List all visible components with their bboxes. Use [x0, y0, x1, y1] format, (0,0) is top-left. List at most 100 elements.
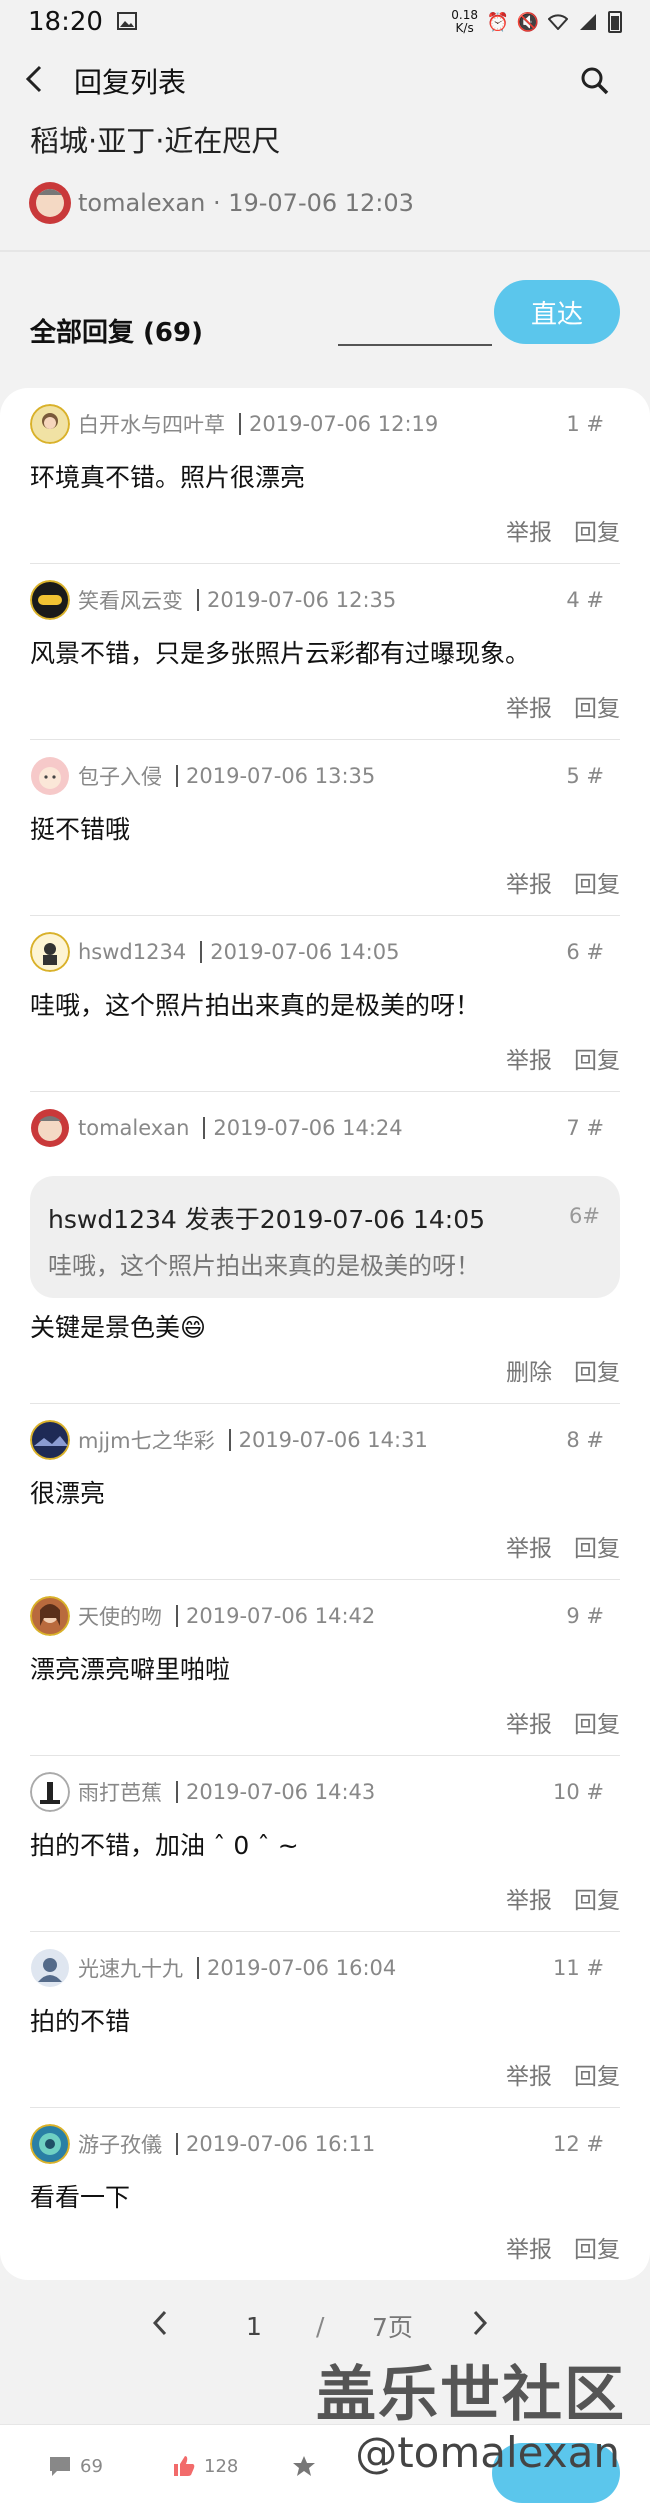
current-page[interactable]: 1 [246, 2312, 262, 2341]
reply-username[interactable]: mjjm七之华彩 [78, 1425, 215, 1455]
replies-count-label: 全部回复 (69) [30, 318, 203, 348]
reply-time: 2019-07-06 12:35 [207, 588, 397, 612]
reply-button[interactable]: 回复 [574, 1353, 620, 1387]
reply-meta: 光速九十九 2019-07-06 16:04 [30, 1948, 396, 1988]
reply-button[interactable]: 回复 [574, 513, 620, 547]
quoted-reply[interactable]: hswd1234 发表于2019-07-06 14:05 6# 哇哦，这个照片拍… [30, 1176, 620, 1298]
meta-divider [228, 1429, 231, 1451]
avatar[interactable] [30, 404, 70, 444]
topic-title: 稻城·亚丁·近在咫尺 [30, 124, 281, 158]
comments-count: 69 [80, 2455, 103, 2477]
reply-time: 2019-07-06 13:35 [186, 764, 376, 788]
meta-divider [176, 1781, 178, 1803]
reply-content: 拍的不错 [30, 2007, 131, 2036]
avatar[interactable] [30, 1108, 70, 1148]
report-button[interactable]: 举报 [506, 1529, 552, 1563]
alarm-icon: ⏰ [486, 11, 510, 33]
reply-content: 看看一下 [30, 2183, 131, 2212]
avatar[interactable] [30, 756, 70, 796]
reply-time: 2019-07-06 16:04 [207, 1956, 397, 1980]
reply-button[interactable]: 回复 [574, 1529, 620, 1563]
reply-time: 2019-07-06 14:43 [186, 1780, 376, 1804]
reply-floor: 9 # [566, 1604, 604, 1628]
reply-floor: 12 # [553, 2132, 604, 2156]
reply-username[interactable]: 雨打芭蕉 [78, 1777, 162, 1807]
reply-content: 漂亮漂亮噼里啪啦 [30, 1655, 231, 1684]
topic-author[interactable]: tomalexan [78, 189, 205, 217]
reply-username[interactable]: 游子孜儀 [78, 2129, 162, 2159]
like-action[interactable]: 128 [172, 2455, 238, 2477]
reply-username[interactable]: 光速九十九 [78, 1953, 183, 1983]
watermark-handle: @tomalexan [355, 2428, 620, 2477]
reply-button[interactable]: 回复 [574, 865, 620, 899]
reply-username[interactable]: 笑看风云变 [78, 585, 183, 615]
comments-action[interactable]: 69 [48, 2455, 103, 2477]
avatar[interactable] [28, 181, 72, 225]
avatar[interactable] [30, 1772, 70, 1812]
battery-icon [608, 11, 622, 33]
favorite-action[interactable] [292, 2455, 316, 2477]
reply-username[interactable]: 包子入侵 [78, 761, 162, 791]
reply-meta: 天使的吻 2019-07-06 14:42 [30, 1596, 375, 1636]
avatar[interactable] [30, 1596, 70, 1636]
author-separator: · [205, 189, 229, 217]
back-icon[interactable] [24, 64, 44, 98]
reply-meta: 白开水与四叶草 2019-07-06 12:19 [30, 404, 438, 444]
reply-floor: 7 # [566, 1116, 604, 1140]
prev-page-icon[interactable] [150, 2308, 170, 2344]
reply-actions: 举报 回复 [506, 689, 620, 723]
reply-meta: 雨打芭蕉 2019-07-06 14:43 [30, 1772, 375, 1812]
report-button[interactable]: 举报 [506, 2057, 552, 2091]
reply-username[interactable]: 天使的吻 [78, 1601, 162, 1631]
quote-text: 哇哦，这个照片拍出来真的是极美的呀！ [48, 1252, 480, 1280]
reply-content: 挺不错哦 [30, 815, 131, 844]
jump-button[interactable]: 直达 [494, 280, 620, 344]
reply-item: tomalexan 2019-07-06 14:24 7 # hswd1234 … [30, 1092, 620, 1404]
reply-meta: 包子入侵 2019-07-06 13:35 [30, 756, 375, 796]
reply-username[interactable]: tomalexan [78, 1116, 189, 1140]
search-icon[interactable] [580, 66, 610, 96]
avatar[interactable] [30, 2124, 70, 2164]
reply-content: 很漂亮 [30, 1479, 106, 1508]
next-page-icon[interactable] [470, 2308, 490, 2344]
reply-username[interactable]: hswd1234 [78, 940, 186, 964]
quote-floor: 6# [569, 1204, 600, 1228]
report-button[interactable]: 举报 [506, 689, 552, 723]
reply-time: 2019-07-06 16:11 [186, 2132, 376, 2156]
report-button[interactable]: 举报 [506, 1041, 552, 1075]
reply-actions: 删除 回复 [506, 1353, 620, 1387]
reply-content: 哇哦，这个照片拍出来真的是极美的呀！ [30, 991, 481, 1020]
avatar[interactable] [30, 580, 70, 620]
meta-divider [200, 941, 203, 963]
reply-item: 天使的吻 2019-07-06 14:42 9 # 漂亮漂亮噼里啪啦 举报 回复 [30, 1580, 620, 1756]
reply-list: 白开水与四叶草 2019-07-06 12:19 1 # 环境真不错。照片很漂亮… [0, 388, 650, 2280]
report-button[interactable]: 举报 [506, 1881, 552, 1915]
jump-page-input[interactable] [338, 296, 492, 346]
avatar[interactable] [30, 932, 70, 972]
reply-time: 2019-07-06 14:05 [210, 940, 400, 964]
reply-floor: 4 # [566, 588, 604, 612]
reply-actions: 举报 回复 [506, 1529, 620, 1563]
delete-button[interactable]: 删除 [506, 1353, 552, 1387]
reply-button[interactable]: 回复 [574, 1705, 620, 1739]
reply-button[interactable]: 回复 [574, 689, 620, 723]
reply-time: 2019-07-06 14:24 [213, 1116, 403, 1140]
reply-floor: 11 # [553, 1956, 604, 1980]
reply-item: 雨打芭蕉 2019-07-06 14:43 10 # 拍的不错，加油 ˆ 0 ˆ… [30, 1756, 620, 1932]
reply-meta: 游子孜儀 2019-07-06 16:11 [30, 2124, 375, 2164]
reply-button[interactable]: 回复 [574, 2057, 620, 2091]
report-button[interactable]: 举报 [506, 1705, 552, 1739]
reply-button[interactable]: 回复 [574, 2230, 620, 2264]
total-pages: 7页 [372, 2313, 413, 2342]
reply-username[interactable]: 白开水与四叶草 [78, 409, 225, 439]
report-button[interactable]: 举报 [506, 513, 552, 547]
reply-button[interactable]: 回复 [574, 1881, 620, 1915]
avatar[interactable] [30, 1420, 70, 1460]
report-button[interactable]: 举报 [506, 865, 552, 899]
report-button[interactable]: 举报 [506, 2230, 552, 2264]
reply-floor: 10 # [553, 1780, 604, 1804]
reply-actions: 举报 回复 [506, 1041, 620, 1075]
avatar[interactable] [30, 1948, 70, 1988]
reply-button[interactable]: 回复 [574, 1041, 620, 1075]
comment-icon [50, 2457, 70, 2476]
